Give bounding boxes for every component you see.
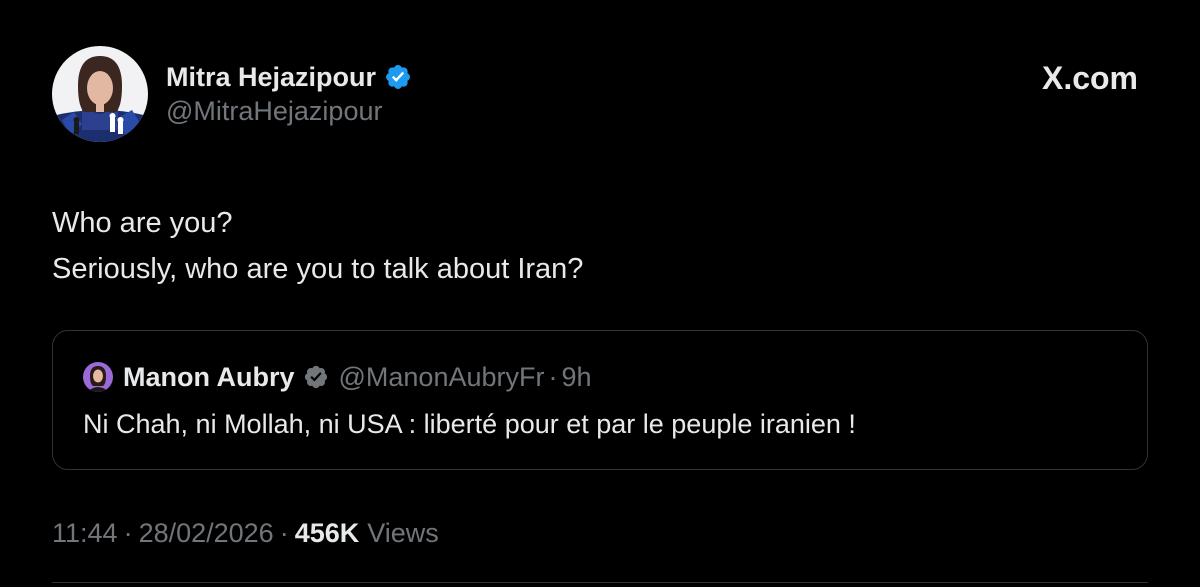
quoted-tweet-time[interactable]: 9h [561,362,591,393]
separator-dot: · [123,518,133,548]
tweet-text-line: Who are you? [52,207,233,239]
tweet-date[interactable]: 28/02/2026 [139,518,274,549]
separator-dot: · [548,361,558,392]
quoted-author-handle[interactable]: @ManonAubryFr [339,362,545,393]
author-handle[interactable]: @MitraHejazipour [166,96,382,127]
user-avatar-icon [83,362,113,392]
views-count: 456K [294,518,360,548]
divider [52,582,1148,583]
quoted-tweet-card[interactable]: Manon Aubry @ManonAubryFr · 9h Ni Chah, … [52,330,1148,470]
user-avatar-icon [52,46,148,142]
quoted-tweet-header: Manon Aubry @ManonAubryFr · 9h [83,357,592,397]
quoted-tweet-text: Ni Chah, ni Mollah, ni USA : liberté pou… [83,409,856,439]
author-name-row: Mitra Hejazipour [166,58,412,96]
separator-dot: · [279,518,289,548]
x-site-logo[interactable]: X.com [1042,60,1138,97]
tweet-text: Who are you? Seriously, who are you to t… [52,200,1142,292]
quoted-author-name[interactable]: Manon Aubry [123,362,295,393]
author-avatar[interactable] [52,46,148,142]
tweet-meta: 11:44 · 28/02/2026 · 456K Views [52,518,439,549]
author-name[interactable]: Mitra Hejazipour [166,62,376,93]
quoted-author-avatar[interactable] [83,362,113,392]
verified-badge-icon [386,65,410,89]
tweet-text-line: Seriously, who are you to talk about Ira… [52,253,584,285]
views-label: Views [367,518,439,548]
tweet-time[interactable]: 11:44 [52,518,118,549]
verified-badge-icon [304,365,327,389]
